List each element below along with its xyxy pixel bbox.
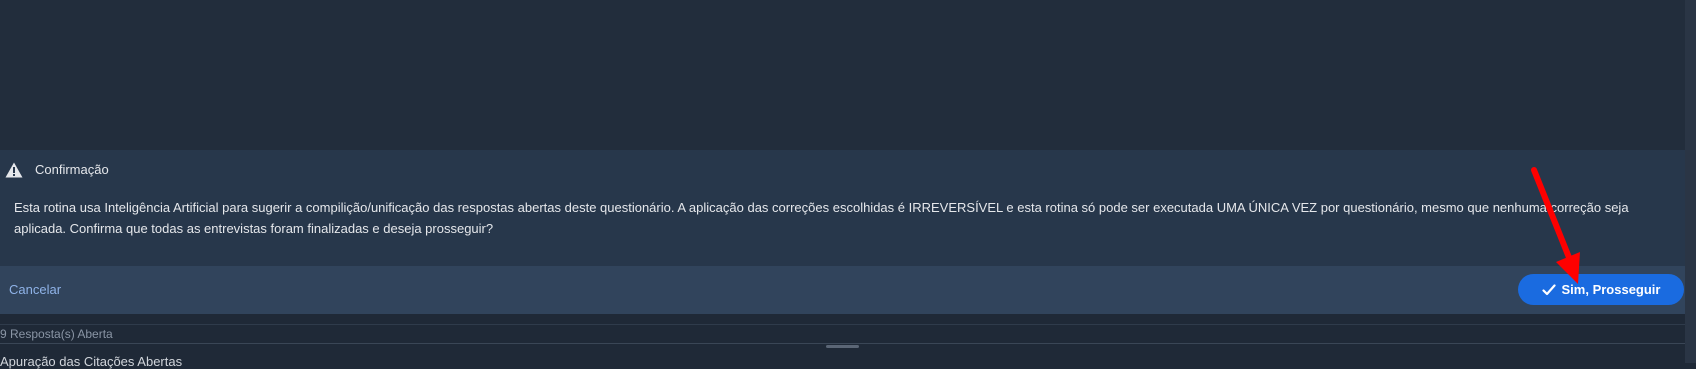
confirmation-dialog: Confirmação Esta rotina usa Inteligência… [0, 150, 1685, 314]
resize-handle[interactable] [826, 345, 859, 348]
open-responses-count: 9 Resposta(s) Aberta [0, 327, 113, 341]
confirm-button-label: Sim, Prosseguir [1561, 282, 1661, 297]
section-title: Apuração das Citações Abertas [0, 354, 183, 369]
warning-icon [5, 162, 23, 178]
confirm-proceed-button[interactable]: Sim, Prosseguir [1518, 274, 1684, 305]
scrollbar-track[interactable] [1685, 0, 1696, 363]
dialog-footer: Cancelar Sim, Prosseguir [0, 266, 1685, 314]
cancel-button[interactable]: Cancelar [9, 282, 61, 297]
dialog-title: Confirmação [35, 162, 109, 177]
check-icon [1541, 283, 1556, 295]
panel-divider [0, 343, 1685, 344]
status-bar: 9 Resposta(s) Aberta [0, 324, 1685, 343]
modal-backdrop [0, 0, 1696, 150]
dialog-message: Esta rotina usa Inteligência Artificial … [14, 200, 1629, 236]
dialog-header: Confirmação [0, 150, 1685, 190]
